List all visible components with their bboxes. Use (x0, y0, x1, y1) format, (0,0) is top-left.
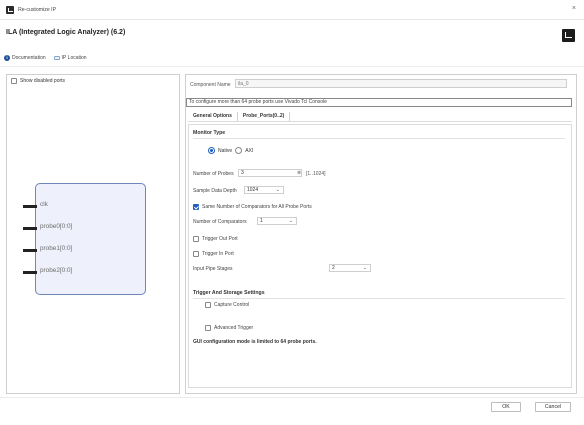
monitor-type-heading: Monitor Type (193, 130, 226, 136)
cancel-button[interactable]: Cancel (535, 402, 571, 412)
ok-button[interactable]: OK (491, 402, 521, 412)
chevron-down-icon: ⌄ (362, 265, 367, 271)
advanced-trigger-label: Advanced Trigger (214, 325, 254, 331)
tab-general-options[interactable]: General Options (188, 112, 238, 121)
general-options-content: Monitor Type Native AXI Number of Probes… (188, 124, 572, 388)
component-name-label: Component Name (190, 82, 231, 88)
capture-control-label: Capture Control (214, 302, 250, 308)
checkbox-box[interactable] (193, 204, 199, 210)
number-of-comparators-select[interactable]: 1 ⌄ (257, 217, 297, 225)
number-of-probes-label: Number of Probes (193, 171, 234, 177)
show-disabled-ports-label: Show disabled ports (20, 78, 66, 84)
ip-symbol-panel: Show disabled ports clk probe0[0:0] prob… (6, 74, 180, 394)
sample-data-depth-value: 1024 (247, 187, 259, 193)
input-pipe-stages-value: 2 (332, 265, 335, 271)
toolbar: i Documentation IP Location (4, 53, 87, 63)
ip-title: ILA (Integrated Logic Analyzer) (6.2) (6, 29, 126, 36)
sample-data-depth-select[interactable]: 1024 ⌄ (244, 186, 284, 194)
port-label-probe1: probe1[0:0] (40, 245, 73, 252)
chevron-down-icon: ⌄ (288, 218, 293, 224)
vivado-app-icon (6, 6, 14, 14)
port-label-probe0: probe0[0:0] (40, 223, 73, 230)
section-divider (193, 138, 565, 139)
advanced-trigger-checkbox[interactable]: Advanced Trigger (205, 325, 253, 331)
port-label-probe2: probe2[0:0] (40, 267, 73, 274)
component-name-input[interactable]: ila_0 (235, 79, 567, 88)
monitor-type-radio-group: Native AXI (208, 147, 253, 154)
axi-radio[interactable] (235, 147, 243, 154)
close-window-button[interactable]: × (572, 5, 576, 12)
native-radio[interactable] (208, 147, 215, 154)
checkbox-box[interactable] (193, 236, 199, 242)
chevron-down-icon: ⌄ (275, 187, 280, 193)
ila-symbol-block (35, 183, 146, 295)
probe-limit-note: To configure more than 64 probe ports us… (186, 98, 572, 107)
same-comparators-checkbox[interactable]: Same Number of Comparators for All Probe… (193, 204, 312, 210)
port-pin (23, 271, 37, 274)
window-title: Re-customize IP (18, 7, 57, 13)
checkbox-box[interactable] (11, 78, 17, 84)
probes-range-hint: [1..1024] (306, 171, 326, 177)
checkbox-box[interactable] (205, 325, 211, 331)
number-of-probes-input[interactable]: 3 (238, 169, 302, 177)
info-icon: i (4, 55, 10, 61)
trigger-in-port-label: Trigger In Port (202, 251, 234, 257)
ip-location-button[interactable]: IP Location (53, 55, 87, 61)
tab-probe-ports[interactable]: Probe_Ports(0..2) (238, 112, 291, 121)
trigger-storage-heading: Trigger And Storage Settings (193, 290, 265, 296)
trigger-out-port-checkbox[interactable]: Trigger Out Port (193, 236, 238, 242)
trigger-out-port-label: Trigger Out Port (202, 236, 238, 242)
configuration-panel: Component Name ila_0 To configure more t… (185, 74, 577, 394)
number-of-comparators-value: 1 (260, 218, 263, 224)
ip-location-label: IP Location (61, 55, 87, 61)
tab-bar: General Options Probe_Ports(0..2) (188, 112, 291, 121)
footer-divider (0, 397, 584, 398)
folder-icon (53, 55, 60, 61)
gui-limit-note: GUI configuration mode is limited to 64 … (193, 339, 317, 345)
title-bar: Re-customize IP × (0, 0, 584, 20)
trigger-in-port-checkbox[interactable]: Trigger In Port (193, 251, 234, 257)
capture-control-checkbox[interactable]: Capture Control (205, 302, 249, 308)
xilinx-logo-icon (562, 29, 575, 42)
tab-divider (188, 121, 572, 122)
documentation-button[interactable]: i Documentation (4, 55, 46, 61)
port-label-clk: clk (40, 201, 48, 208)
port-pin (23, 205, 37, 208)
native-label: Native (218, 147, 233, 154)
sample-data-depth-label: Sample Data Depth (193, 188, 237, 194)
input-pipe-stages-select[interactable]: 2 ⌄ (329, 264, 371, 272)
show-disabled-ports-checkbox[interactable]: Show disabled ports (11, 78, 65, 84)
input-pipe-stages-label: Input Pipe Stages (193, 266, 233, 272)
axi-label: AXI (245, 147, 254, 154)
port-pin (23, 227, 37, 230)
header-divider (0, 66, 584, 67)
checkbox-box[interactable] (205, 302, 211, 308)
section-divider (193, 298, 565, 299)
checkbox-box[interactable] (193, 251, 199, 257)
number-of-comparators-label: Number of Comparators (193, 219, 247, 225)
port-pin (23, 249, 37, 252)
clear-icon[interactable]: ⊗ (297, 170, 301, 176)
documentation-label: Documentation (12, 55, 46, 61)
same-comparators-label: Same Number of Comparators for All Probe… (202, 204, 312, 210)
